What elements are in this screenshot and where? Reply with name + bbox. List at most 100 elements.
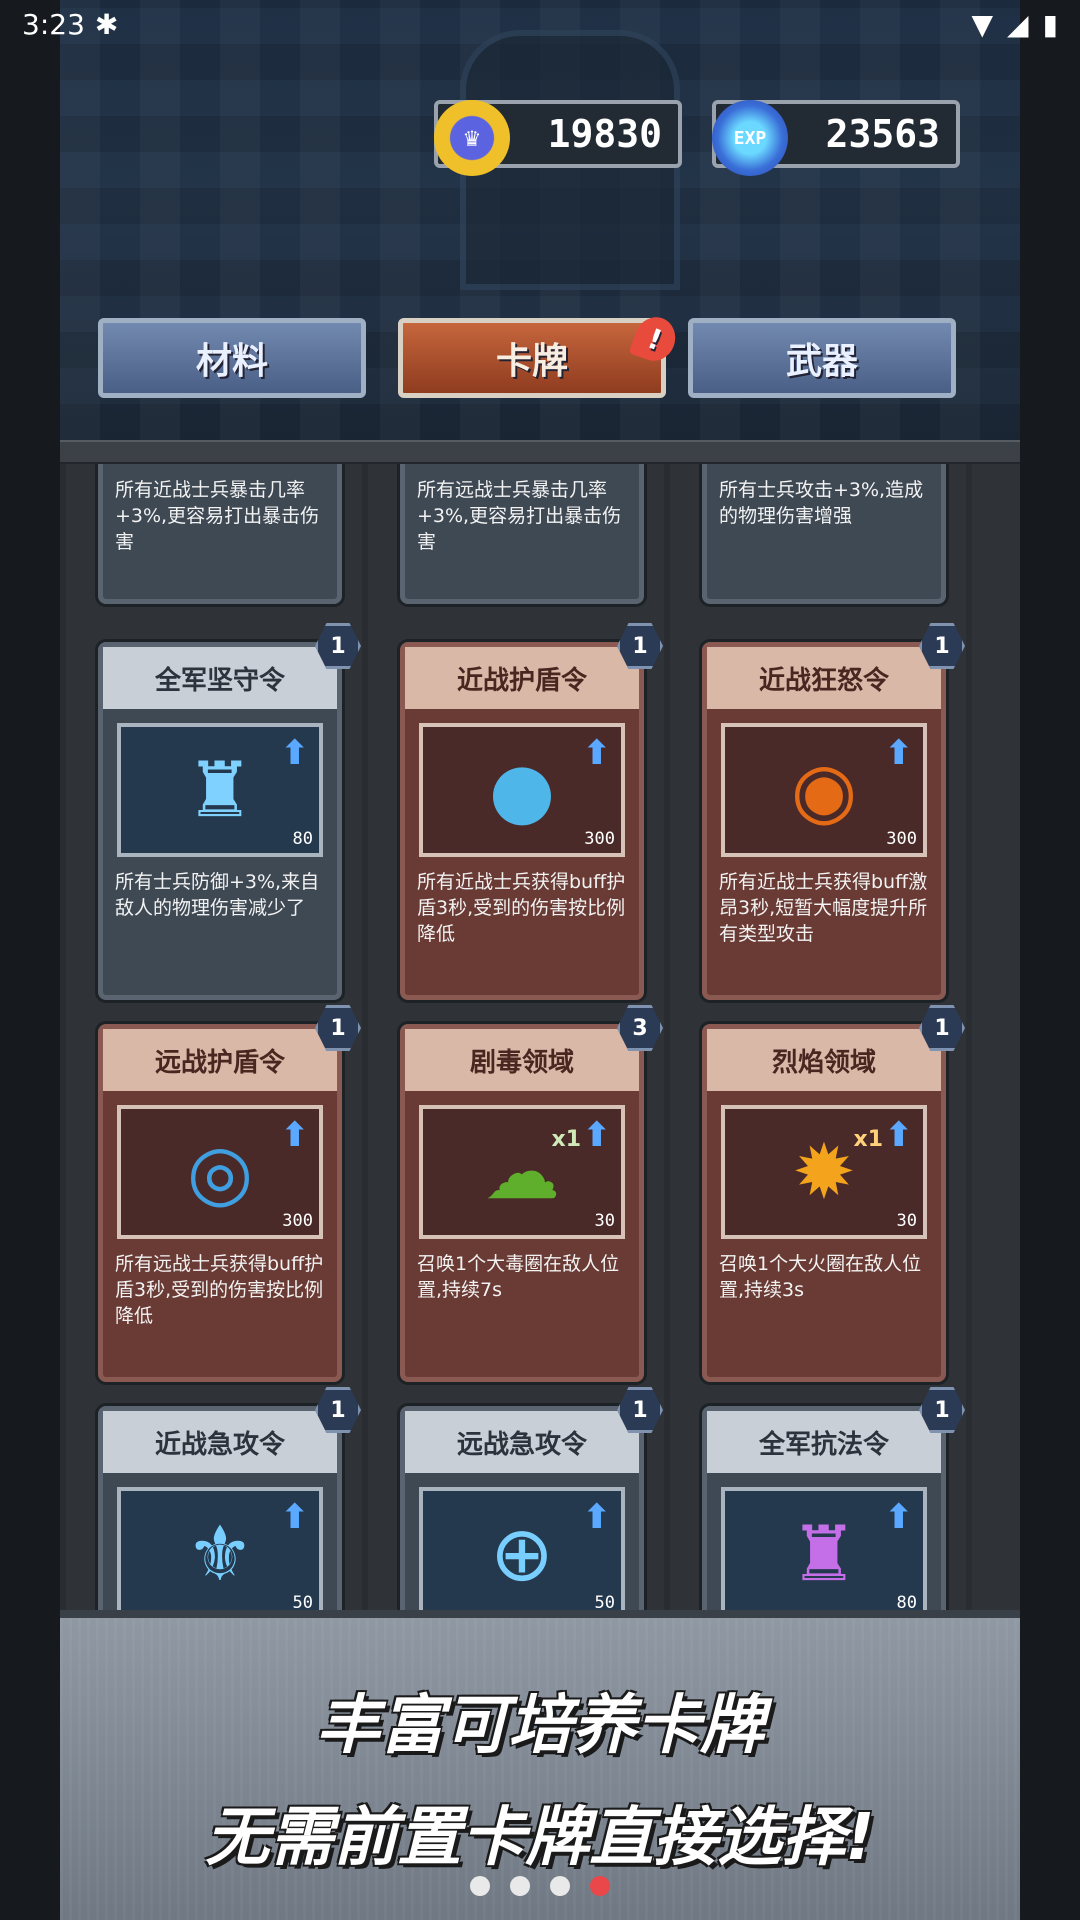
divider-rail <box>60 440 1020 464</box>
card-art: ☁ x1 ⬆ 30 <box>419 1105 625 1239</box>
card-art: ⊕ ⬆ 50 <box>419 1487 625 1610</box>
soldier-shield-icon: ♜ <box>185 745 255 834</box>
card-power: 30 <box>594 1211 615 1231</box>
card-multiplier: x1 <box>853 1127 884 1152</box>
wing-target-icon: ⊕ <box>490 1509 554 1598</box>
card-desc: 所有近战士兵获得buff激昂3秒,短暂大幅度提升所有类型攻击 <box>719 871 928 945</box>
card-item[interactable]: 全军抗法令 ♜ ⬆ 80 1 <box>702 1387 965 1610</box>
page-dot[interactable] <box>470 1876 490 1896</box>
card-power: 80 <box>896 1593 917 1610</box>
status-time: 3:23 <box>22 7 85 41</box>
screen: 3:23 ✱ ▼ ◢ ▮ ♛ 19830 EXP 23563 材料 卡牌 ! 武… <box>0 0 1080 1920</box>
upgrade-arrow-icon[interactable]: ⬆ <box>583 1497 612 1537</box>
card-item[interactable]: 全军坚守令 ♜ ⬆ 80 所有士兵防御+3%,来自敌人的物理伤害减少了 1 <box>98 623 361 1000</box>
card-art: ♜ ⬆ 80 <box>117 723 323 857</box>
upgrade-arrow-icon[interactable]: ⬆ <box>281 733 310 773</box>
card-power: 300 <box>282 1211 313 1231</box>
card-partial[interactable]: 所有近战士兵暴击几率+3%,更容易打出暴击伤害 <box>98 464 342 604</box>
card-power: 30 <box>896 1211 917 1231</box>
exp-gem-icon: EXP <box>712 100 788 176</box>
card-multiplier: x1 <box>551 1127 582 1152</box>
card-item[interactable]: 烈焰领域 ✹ x1 ⬆ 30 召唤1个大火圈在敌人位置,持续3s 1 <box>702 1005 965 1382</box>
card-item[interactable]: 远战护盾令 ◎ ⬆ 300 所有远战士兵获得buff护盾3秒,受到的伤害按比例降… <box>98 1005 361 1382</box>
fire-burst-icon: ✹ <box>792 1127 856 1216</box>
card-item[interactable]: 近战狂怒令 ◉ ⬆ 300 所有近战士兵获得buff激昂3秒,短暂大幅度提升所有… <box>702 623 965 1000</box>
card-title: 近战急攻令 <box>103 1411 337 1473</box>
upgrade-arrow-icon[interactable]: ⬆ <box>281 1115 310 1155</box>
card-item[interactable]: 近战护盾令 ● ⬆ 300 所有近战士兵获得buff护盾3秒,受到的伤害按比例降… <box>400 623 663 1000</box>
page-dot[interactable] <box>550 1876 570 1896</box>
card-desc: 所有士兵防御+3%,来自敌人的物理伤害减少了 <box>115 871 320 919</box>
target-shield-icon: ◎ <box>186 1127 254 1216</box>
banner-line-1: 丰富可培养卡牌 <box>316 1689 764 1763</box>
page-dot-active[interactable] <box>590 1876 610 1896</box>
tab-label: 材料 <box>195 341 268 382</box>
tab-label: 卡牌 <box>495 341 568 382</box>
card-title: 远战急攻令 <box>405 1411 639 1473</box>
upgrade-arrow-icon[interactable]: ⬆ <box>583 1115 612 1155</box>
status-bar: 3:23 ✱ ▼ ◢ ▮ <box>0 0 1080 48</box>
rage-arrows-icon: ◉ <box>790 745 858 834</box>
upgrade-arrow-icon[interactable]: ⬆ <box>885 733 914 773</box>
card-title: 烈焰领域 <box>707 1029 941 1091</box>
card-title: 全军抗法令 <box>707 1411 941 1473</box>
poison-cloud-icon: ☁ <box>484 1127 560 1216</box>
card-art: ⚜ ⬆ 50 <box>117 1487 323 1610</box>
card-desc: 召唤1个大毒圈在敌人位置,持续7s <box>417 1253 620 1301</box>
upgrade-arrow-icon[interactable]: ⬆ <box>885 1497 914 1537</box>
page-indicator <box>0 1876 1080 1896</box>
card-title: 剧毒领域 <box>405 1029 639 1091</box>
card-desc: 所有远战士兵获得buff护盾3秒,受到的伤害按比例降低 <box>115 1253 324 1327</box>
wing-badge-icon: ⚜ <box>185 1509 255 1598</box>
game-frame: ♛ 19830 EXP 23563 材料 卡牌 ! 武器 所有近战士兵暴击几率+… <box>60 0 1020 1920</box>
gold-value: 19830 <box>547 112 662 156</box>
card-desc: 所有近战士兵暴击几率+3%,更容易打出暴击伤害 <box>115 479 320 553</box>
card-art: ♜ ⬆ 80 <box>721 1487 927 1610</box>
exp-value: 23563 <box>825 112 940 156</box>
card-power: 80 <box>292 829 313 849</box>
card-partial[interactable]: 所有远战士兵暴击几率+3%,更容易打出暴击伤害 <box>400 464 644 604</box>
tab-bar: 材料 卡牌 ! 武器 <box>98 311 982 408</box>
card-item[interactable]: 近战急攻令 ⚜ ⬆ 50 1 <box>98 1387 361 1610</box>
page-dot[interactable] <box>510 1876 530 1896</box>
upgrade-arrow-icon[interactable]: ⬆ <box>583 733 612 773</box>
exp-counter: EXP 23563 <box>712 100 960 176</box>
crown-coin-icon: ♛ <box>434 100 510 176</box>
card-art: ◎ ⬆ 300 <box>117 1105 323 1239</box>
wifi-icon: ▼ <box>971 7 994 41</box>
upgrade-arrow-icon[interactable]: ⬆ <box>281 1497 310 1537</box>
card-desc: 所有近战士兵获得buff护盾3秒,受到的伤害按比例降低 <box>417 871 626 945</box>
card-power: 300 <box>584 829 615 849</box>
signal-icon: ◢ <box>1007 7 1029 41</box>
bug-icon: ✱ <box>94 7 119 41</box>
card-art: ✹ x1 ⬆ 30 <box>721 1105 927 1239</box>
card-item[interactable]: 剧毒领域 ☁ x1 ⬆ 30 召唤1个大毒圈在敌人位置,持续7s 3 <box>400 1005 663 1382</box>
card-power: 50 <box>292 1593 313 1610</box>
tab-materials[interactable]: 材料 <box>98 318 366 398</box>
upgrade-arrow-icon[interactable]: ⬆ <box>885 1115 914 1155</box>
card-title: 近战护盾令 <box>405 647 639 709</box>
magic-resist-icon: ♜ <box>789 1509 859 1598</box>
card-item[interactable]: 远战急攻令 ⊕ ⬆ 50 1 <box>400 1387 663 1610</box>
gold-counter: ♛ 19830 <box>434 100 682 176</box>
alert-badge-icon: ! <box>628 311 682 367</box>
shield-orb-icon: ● <box>488 745 556 834</box>
tab-label: 武器 <box>785 341 858 382</box>
card-art: ◉ ⬆ 300 <box>721 723 927 857</box>
banner-line-2: 无需前置卡牌直接选择! <box>205 1801 875 1875</box>
tab-weapons[interactable]: 武器 <box>688 318 956 398</box>
card-desc: 所有远战士兵暴击几率+3%,更容易打出暴击伤害 <box>417 479 622 553</box>
battery-charging-icon: ▮ <box>1042 7 1058 41</box>
card-partial[interactable]: 所有士兵攻击+3%,造成的物理伤害增强 <box>702 464 946 604</box>
card-power: 50 <box>594 1593 615 1610</box>
card-grid[interactable]: 所有近战士兵暴击几率+3%,更容易打出暴击伤害 所有远战士兵暴击几率+3%,更容… <box>60 464 1020 1610</box>
card-art: ● ⬆ 300 <box>419 723 625 857</box>
card-title: 远战护盾令 <box>103 1029 337 1091</box>
card-title: 全军坚守令 <box>103 647 337 709</box>
card-title: 近战狂怒令 <box>707 647 941 709</box>
tab-cards[interactable]: 卡牌 ! <box>398 311 682 398</box>
card-desc: 所有士兵攻击+3%,造成的物理伤害增强 <box>719 479 924 527</box>
card-power: 300 <box>886 829 917 849</box>
promo-banner: 丰富可培养卡牌 无需前置卡牌直接选择! <box>60 1610 1020 1920</box>
card-desc: 召唤1个大火圈在敌人位置,持续3s <box>719 1253 922 1301</box>
